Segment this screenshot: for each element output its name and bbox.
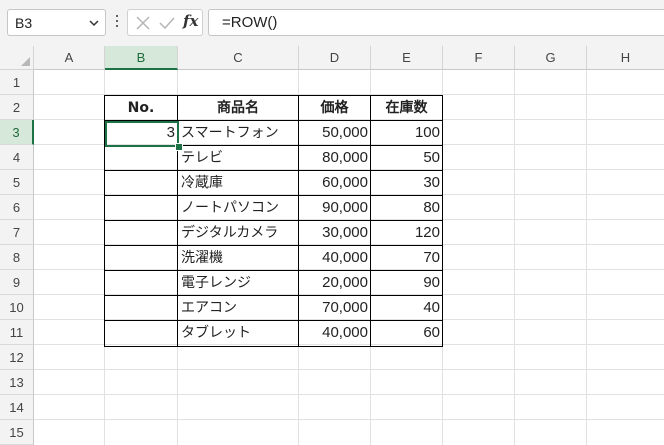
- row-header-5[interactable]: 5: [0, 170, 34, 195]
- column-header-a[interactable]: A: [34, 46, 105, 70]
- table-cell-stock[interactable]: 50: [371, 146, 443, 171]
- table-cell-stock[interactable]: 30: [371, 171, 443, 196]
- table-cell-name[interactable]: ノートパソコン: [178, 196, 299, 221]
- table-cell-name[interactable]: 洗濯機: [178, 246, 299, 271]
- table-cell-price[interactable]: 80,000: [299, 146, 371, 171]
- table-cell-stock[interactable]: 70: [371, 246, 443, 271]
- cancel-icon[interactable]: [135, 15, 151, 31]
- table-cell-name[interactable]: デジタルカメラ: [178, 221, 299, 246]
- column-header-h[interactable]: H: [587, 46, 664, 70]
- table-cell-price[interactable]: 40,000: [299, 246, 371, 271]
- table-cell-name[interactable]: タブレット: [178, 321, 299, 347]
- table-cell-no[interactable]: [105, 296, 178, 321]
- select-all-corner[interactable]: [0, 46, 34, 70]
- row-header-11[interactable]: 11: [0, 320, 34, 345]
- table-cell-price[interactable]: 60,000: [299, 171, 371, 196]
- fill-handle[interactable]: [175, 143, 183, 151]
- column-header-e[interactable]: E: [371, 46, 443, 70]
- column-header-g[interactable]: G: [515, 46, 587, 70]
- chevron-down-icon[interactable]: [87, 16, 101, 30]
- row-header-7[interactable]: 7: [0, 220, 34, 245]
- row-header-4[interactable]: 4: [0, 145, 34, 170]
- table-cell-no[interactable]: [105, 321, 178, 347]
- table-cell-stock[interactable]: 90: [371, 271, 443, 296]
- row-header-9[interactable]: 9: [0, 270, 34, 295]
- row-header-10[interactable]: 10: [0, 295, 34, 320]
- table-header-name[interactable]: 商品名: [178, 96, 299, 121]
- table-cell-stock[interactable]: 100: [371, 121, 443, 146]
- table-cell-name[interactable]: 電子レンジ: [178, 271, 299, 296]
- row-header-6[interactable]: 6: [0, 195, 34, 220]
- table-cell-name[interactable]: 冷蔵庫: [178, 171, 299, 196]
- row-header-14[interactable]: 14: [0, 395, 34, 420]
- formula-input[interactable]: =ROW(): [208, 9, 664, 36]
- column-header-f[interactable]: F: [443, 46, 515, 70]
- formula-actions: fx: [127, 9, 203, 36]
- table-cell-stock[interactable]: 60: [371, 321, 443, 347]
- table-cell-no[interactable]: [105, 171, 178, 196]
- table-cell-price[interactable]: 40,000: [299, 321, 371, 347]
- active-cell-selection: [105, 121, 179, 147]
- table-cell-price[interactable]: 50,000: [299, 121, 371, 146]
- table-cell-price[interactable]: 20,000: [299, 271, 371, 296]
- table-cell-price[interactable]: 90,000: [299, 196, 371, 221]
- row-header-15[interactable]: 15: [0, 420, 34, 445]
- table-cell-no[interactable]: [105, 196, 178, 221]
- table-cell-name[interactable]: スマートフォン: [178, 121, 299, 146]
- more-options-icon[interactable]: [115, 15, 120, 31]
- row-header-3[interactable]: 3: [0, 120, 34, 145]
- table-header-no[interactable]: No.: [105, 96, 178, 121]
- table-cell-name[interactable]: テレビ: [178, 146, 299, 171]
- table-header-price[interactable]: 価格: [299, 96, 371, 121]
- table-cell-stock[interactable]: 120: [371, 221, 443, 246]
- row-header-8[interactable]: 8: [0, 245, 34, 270]
- table-cell-no[interactable]: [105, 246, 178, 271]
- table-cell-name[interactable]: エアコン: [178, 296, 299, 321]
- table-cell-no[interactable]: [105, 146, 178, 171]
- table-cell-price[interactable]: 30,000: [299, 221, 371, 246]
- table-cell-stock[interactable]: 80: [371, 196, 443, 221]
- row-header-12[interactable]: 12: [0, 345, 34, 370]
- formula-bar-area: B3 fx =ROW(): [0, 0, 664, 46]
- name-box-value: B3: [15, 15, 33, 31]
- row-header-2[interactable]: 2: [0, 95, 34, 120]
- formula-text: =ROW(): [222, 14, 278, 31]
- table-cell-no[interactable]: [105, 271, 178, 296]
- row-header-1[interactable]: 1: [0, 70, 34, 95]
- table-cell-price[interactable]: 70,000: [299, 296, 371, 321]
- column-header-d[interactable]: D: [299, 46, 371, 70]
- table-cell-no[interactable]: [105, 221, 178, 246]
- table-header-stock[interactable]: 在庫数: [371, 96, 443, 121]
- column-header-b[interactable]: B: [105, 46, 178, 70]
- enter-check-icon[interactable]: [159, 15, 175, 31]
- column-header-c[interactable]: C: [178, 46, 299, 70]
- name-box[interactable]: B3: [7, 9, 106, 36]
- row-header-13[interactable]: 13: [0, 370, 34, 395]
- table-cell-stock[interactable]: 40: [371, 296, 443, 321]
- insert-function-icon[interactable]: fx: [183, 12, 198, 30]
